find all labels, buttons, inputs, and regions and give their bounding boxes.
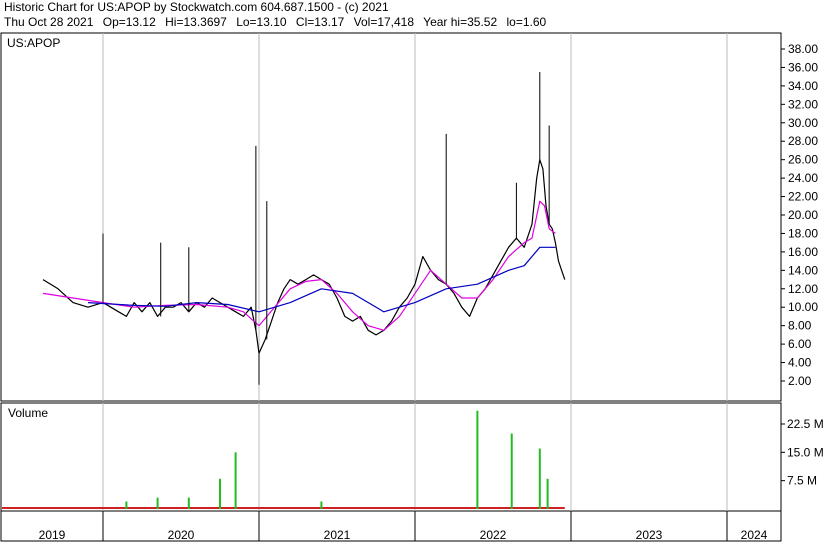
- price-y-tick-label: 18.00: [788, 226, 818, 240]
- price-panel: [0, 32, 782, 402]
- price-y-tick-label: 36.00: [788, 60, 818, 74]
- price-y-axis: 38.00 36.00 34.00 32.00 30.00 28.00 26.00 24.00…: [781, 42, 818, 388]
- stock-chart: US:APOP Volume 38.00 36.00 34.00 32.00 30.00…: [0, 32, 824, 542]
- x-tick-label: 2023: [636, 528, 663, 542]
- price-y-tick-label: 14.00: [788, 263, 818, 277]
- x-axis-panel: [0, 510, 782, 542]
- price-y-tick-label: 10.00: [788, 300, 818, 314]
- price-y-tick-label: 38.00: [788, 42, 818, 56]
- price-y-tick-label: 20.00: [788, 208, 818, 222]
- price-y-tick-label: 30.00: [788, 116, 818, 130]
- volume-y-axis: 22.5 M 15.0 M 7.5 M: [781, 417, 824, 488]
- x-tick-label: 2022: [480, 528, 507, 542]
- price-y-tick-label: 22.00: [788, 190, 818, 204]
- symbol-label: US:APOP: [7, 36, 60, 50]
- volume-label: Volume: [8, 406, 48, 420]
- price-y-tick-label: 32.00: [788, 97, 818, 111]
- x-tick-label: 2020: [168, 528, 195, 542]
- volume-y-tick-label: 15.0 M: [787, 445, 824, 459]
- price-y-tick-label: 34.00: [788, 79, 818, 93]
- x-tick-label: 2019: [39, 528, 66, 542]
- price-y-tick-label: 24.00: [788, 171, 818, 185]
- volume-y-tick-label: 7.5 M: [787, 474, 817, 488]
- x-tick-label: 2021: [324, 528, 351, 542]
- volume-y-tick-label: 22.5 M: [787, 417, 824, 431]
- price-y-tick-label: 2.00: [788, 374, 812, 388]
- price-y-tick-label: 12.00: [788, 282, 818, 296]
- price-y-tick-label: 16.00: [788, 245, 818, 259]
- price-y-tick-label: 26.00: [788, 153, 818, 167]
- volume-panel: [0, 402, 782, 512]
- price-y-tick-label: 4.00: [788, 356, 812, 370]
- price-y-tick-label: 6.00: [788, 337, 812, 351]
- price-y-tick-label: 28.00: [788, 134, 818, 148]
- price-y-tick-label: 8.00: [788, 319, 812, 333]
- x-tick-label: 2024: [741, 528, 768, 542]
